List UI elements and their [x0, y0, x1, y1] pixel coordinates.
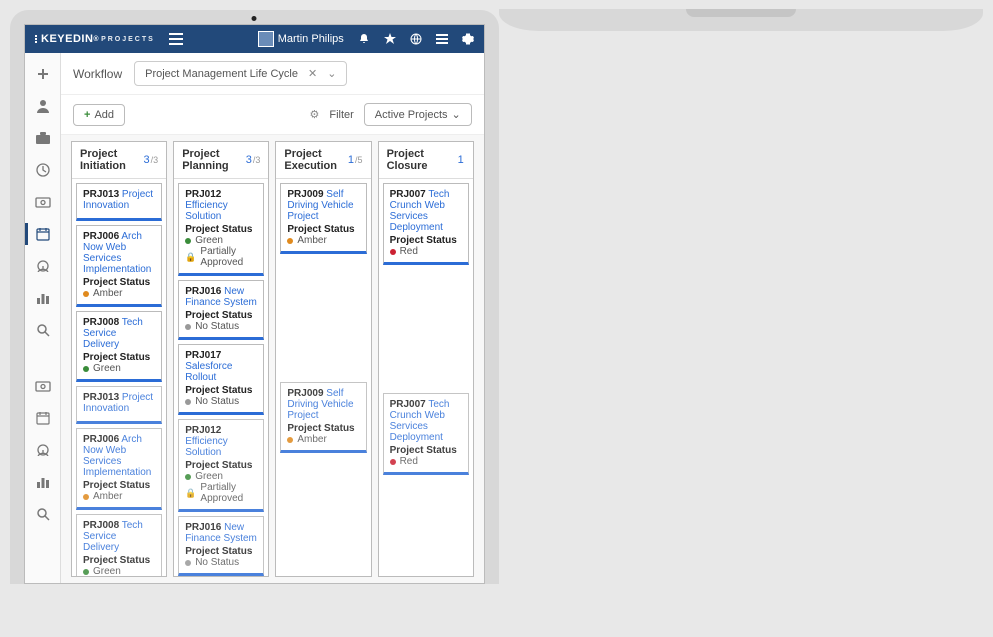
project-card[interactable]: PRJ008 Tech Service DeliveryProject Stat…: [76, 311, 162, 382]
settings-icon[interactable]: [462, 33, 474, 45]
project-card[interactable]: PRJ006 Arch Now Web Services Implementat…: [76, 428, 162, 510]
workflow-selector[interactable]: Project Management Life Cycle ✕ ⌄: [134, 61, 347, 86]
workflow-bar: Workflow Project Management Life Cycle ✕…: [61, 53, 484, 95]
avatar-icon: [258, 31, 274, 47]
clear-icon[interactable]: ✕: [308, 67, 317, 80]
sidebar-money-icon[interactable]: [25, 189, 60, 215]
list-icon[interactable]: [436, 33, 448, 45]
brand-logo: KEYEDIN® PROJECTS: [35, 33, 155, 45]
toolbar: +Add ⚙ Filter Active Projects⌄: [61, 95, 484, 135]
kanban-column: Project Execution1/5 PRJ009 Self Driving …: [275, 141, 371, 577]
left-sidebar: [25, 53, 61, 583]
project-card[interactable]: PRJ009 Self Driving Vehicle ProjectProje…: [280, 382, 366, 453]
project-card[interactable]: PRJ012 Efficiency SolutionProject Status…: [178, 183, 264, 276]
hamburger-icon[interactable]: [169, 33, 183, 45]
project-card[interactable]: PRJ013 Project Innovation: [76, 386, 162, 424]
sidebar-clock-icon[interactable]: [25, 157, 60, 183]
user-menu[interactable]: Martin Philips: [258, 31, 344, 47]
kanban-column: Project Closure1 PRJ007 Tech Crunch Web S…: [378, 141, 474, 577]
project-card[interactable]: PRJ007 Tech Crunch Web Services Deployme…: [383, 183, 469, 265]
kanban-board: Project Initiation3/3 PRJ013 Project Inno…: [61, 135, 484, 583]
column-header: Project Closure1: [379, 142, 473, 179]
kanban-column: Project Planning3/3 PRJ012 Efficiency Sol…: [173, 141, 269, 577]
column-header: Project Planning3/3: [174, 142, 268, 179]
bell-icon[interactable]: [358, 33, 370, 45]
sidebar-money-icon[interactable]: [25, 373, 60, 399]
column-header: Project Execution1/5: [276, 142, 370, 179]
sidebar-chart-bar-icon[interactable]: [25, 285, 60, 311]
chevron-down-icon[interactable]: ⌄: [327, 67, 336, 80]
globe-icon[interactable]: [410, 33, 422, 45]
sidebar-dashboard-icon[interactable]: [25, 437, 60, 463]
gear-icon[interactable]: ⚙: [309, 108, 319, 121]
project-card[interactable]: PRJ013 Project Innovation: [76, 183, 162, 221]
project-card[interactable]: PRJ007 Tech Crunch Web Services Deployme…: [383, 393, 469, 475]
project-card[interactable]: PRJ006 Arch Now Web Services Implementat…: [76, 225, 162, 307]
sidebar-calendar-icon[interactable]: [25, 221, 60, 247]
project-card[interactable]: PRJ009 Self Driving Vehicle ProjectProje…: [280, 183, 366, 254]
sidebar-dashboard-icon[interactable]: [25, 253, 60, 279]
project-card[interactable]: PRJ012 Efficiency SolutionProject Status…: [178, 419, 264, 512]
sidebar-search-icon[interactable]: [25, 317, 60, 343]
kanban-column: Project Initiation3/3 PRJ013 Project Inno…: [71, 141, 167, 577]
sidebar-calendar-icon[interactable]: [25, 405, 60, 431]
workflow-label: Workflow: [73, 67, 122, 81]
project-card[interactable]: PRJ017 Salesforce RolloutProject StatusN…: [178, 344, 264, 415]
add-button[interactable]: +Add: [73, 104, 125, 126]
sidebar-chart-bar-icon[interactable]: [25, 469, 60, 495]
sidebar-search-icon[interactable]: [25, 501, 60, 527]
filter-selector[interactable]: Active Projects⌄: [364, 103, 472, 126]
top-navbar: KEYEDIN® PROJECTS Martin Philips: [25, 25, 484, 53]
star-icon[interactable]: [384, 33, 396, 45]
column-header: Project Initiation3/3: [72, 142, 166, 179]
project-card[interactable]: PRJ016 New Finance SystemProject StatusN…: [178, 516, 264, 576]
sidebar-briefcase-icon[interactable]: [25, 125, 60, 151]
project-card[interactable]: PRJ008 Tech Service DeliveryProject Stat…: [76, 514, 162, 576]
sidebar-plus-icon[interactable]: [25, 61, 60, 87]
sidebar-person-icon[interactable]: [25, 93, 60, 119]
project-card[interactable]: PRJ016 New Finance SystemProject StatusN…: [178, 280, 264, 340]
filter-label: Filter: [329, 109, 353, 121]
